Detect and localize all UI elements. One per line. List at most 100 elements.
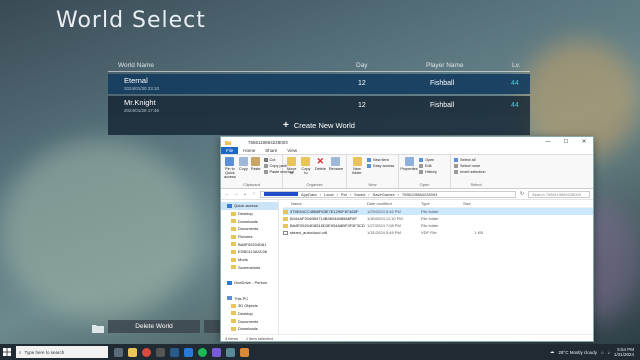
palworld-icon[interactable] [240, 347, 249, 357]
item-count: 4 items [225, 335, 238, 341]
volume-icon[interactable]: ♪ [608, 350, 610, 355]
folder-icon [231, 242, 236, 247]
edit-button[interactable]: Edit [419, 164, 437, 168]
new-item-button[interactable]: New item [367, 158, 394, 162]
file-name: BA8F05204D8515D3E934A8BF3F3F3CD [290, 223, 365, 228]
delete-world-button[interactable]: Delete World [108, 320, 200, 333]
chrome-icon[interactable] [142, 347, 151, 357]
file-date-modified: 1/31/2024 5:49 PM [367, 230, 401, 235]
weather-text[interactable]: 28°C Mostly cloudy [558, 350, 597, 355]
nav-item-label: This PC [234, 295, 249, 301]
forward-icon[interactable]: → [233, 191, 239, 197]
col-name[interactable]: Name [283, 201, 367, 206]
app-icon[interactable] [226, 347, 235, 357]
file-name: B444AF2040B4714B0604608588F8F [290, 216, 357, 221]
minimize-icon[interactable]: — [539, 139, 557, 145]
nav-item[interactable]: This PC [221, 294, 278, 302]
nav-item[interactable]: Screenshots [221, 264, 278, 272]
nav-item [221, 287, 278, 295]
chevron-down-icon[interactable]: ⌄ [242, 191, 248, 197]
nav-item[interactable]: Pictures [221, 233, 278, 241]
selection-count: 1 item selected [245, 335, 273, 341]
world-row[interactable]: Mr.Knight 2024/01/29 17:46 12 Fishball 4… [108, 96, 530, 116]
easy-access-button[interactable]: Easy access [367, 164, 394, 168]
nav-item[interactable]: Downloads [221, 325, 278, 333]
task-view-icon[interactable] [114, 347, 123, 357]
network-icon[interactable]: ⌂ [601, 350, 604, 355]
ribbon-tabs: File Home Share View [221, 147, 593, 155]
file-row[interactable]: 375E84CC45B8F63E7E1290F87465F 1/29/2024 5… [283, 208, 593, 215]
select-all-button[interactable]: Select all [454, 158, 486, 162]
file-row[interactable]: B444AF2040B4714B0604608588F8F 1/30/2024 1… [283, 215, 593, 222]
path-segment[interactable]: AppData [301, 192, 317, 197]
group-label: Clipboard [242, 182, 261, 187]
nav-item[interactable]: Desktop [221, 310, 278, 318]
close-icon[interactable]: ✕ [575, 139, 593, 145]
folder-icon[interactable] [92, 320, 104, 333]
nav-item[interactable]: Mods [221, 256, 278, 264]
clock[interactable]: 5:54 PM 1/31/2024 [614, 347, 634, 358]
nav-item[interactable]: 3D Objects [221, 302, 278, 310]
delete-icon: ✕ [315, 156, 325, 166]
refresh-icon[interactable]: ↻ [519, 191, 525, 197]
world-row[interactable]: Eternal 2024/01/30 23:10 12 Fishball 44 [108, 74, 530, 94]
windows-start-icon[interactable] [0, 344, 14, 360]
path-segment[interactable]: Local [324, 192, 334, 197]
world-table-header: World Name Day Player Name Lv. [108, 62, 530, 72]
folder-icon [231, 311, 236, 316]
col-type[interactable]: Type [421, 201, 463, 206]
folder-icon [231, 219, 236, 224]
up-icon[interactable]: ↑ [251, 191, 257, 197]
nav-item[interactable]: OneDrive - Person [221, 279, 278, 287]
nav-item[interactable]: EDB0113A4C06 [221, 248, 278, 256]
mail-icon[interactable] [184, 347, 193, 357]
file-row[interactable]: steam_autocloud.vdf 1/31/2024 5:49 PM VDF … [283, 229, 593, 236]
plus-icon: + [283, 120, 289, 131]
world-day: 12 [358, 80, 366, 87]
app-icon[interactable] [156, 347, 165, 357]
select-none-button[interactable]: Select none [454, 164, 486, 168]
file-row[interactable]: BA8F05204D8515D3E934A8BF3F3F3CD 1/27/2024… [283, 222, 593, 229]
secondary-button[interactable] [204, 320, 220, 333]
nav-item[interactable]: Quick access [221, 202, 278, 210]
file-type: File folder [421, 223, 439, 228]
maximize-icon[interactable]: ☐ [557, 139, 575, 145]
col-size[interactable]: Size [463, 201, 483, 206]
clipboard-group: Pin to Quick access Copy Paste Cut Copy … [221, 155, 294, 188]
path-segment[interactable]: 7656119884228003 [402, 192, 437, 197]
tab-file[interactable]: File [221, 147, 239, 154]
file-explorer-icon[interactable] [128, 347, 137, 357]
path-segment[interactable]: Saved [354, 192, 365, 197]
nav-item[interactable]: Documents [221, 317, 278, 325]
nav-item[interactable]: Documents [221, 225, 278, 233]
file-size: 1 KB [474, 230, 483, 235]
open-button[interactable]: Open [419, 158, 437, 162]
path-segment[interactable]: Pal [341, 192, 347, 197]
steam-icon[interactable] [170, 347, 179, 357]
invert-selection-button[interactable]: Invert selection [454, 170, 486, 174]
file-date-modified: 1/30/2024 11:10 PM [367, 216, 403, 221]
history-button[interactable]: History [419, 170, 437, 174]
spotify-icon[interactable] [198, 347, 207, 357]
file-date-modified: 1/29/2024 5:46 PM [367, 209, 401, 214]
properties-icon [404, 157, 414, 166]
scissors-icon [263, 158, 268, 162]
folder-icon [283, 209, 288, 214]
nav-item[interactable]: Downloads [221, 217, 278, 225]
nav-item[interactable]: Desktop [221, 210, 278, 218]
create-world-button[interactable]: + Create New World [108, 116, 530, 135]
tab-view[interactable]: View [282, 147, 302, 154]
folder-icon [231, 226, 236, 231]
path-segment[interactable]: SaveGames [373, 192, 395, 197]
taskbar-search[interactable]: ⌕ Type here to search [16, 346, 108, 358]
address-bar[interactable]: AppData › Local › Pal › Saved › SaveGames › 7… [260, 190, 516, 198]
folder-icon [227, 203, 232, 208]
nav-item[interactable]: BA8F05204D81 [221, 240, 278, 248]
col-date-modified[interactable]: Date modified [367, 201, 421, 206]
app-icon[interactable] [212, 347, 221, 357]
tab-home[interactable]: Home [238, 147, 260, 154]
select-all-icon [454, 158, 458, 162]
back-icon[interactable]: ← [224, 191, 230, 197]
tab-share[interactable]: Share [260, 147, 282, 154]
search-input[interactable]: Search 7656119884228003 [528, 190, 590, 198]
